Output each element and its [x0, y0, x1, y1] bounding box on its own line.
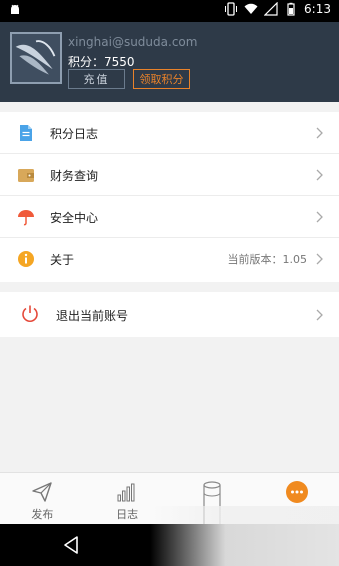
logout-label: 退出当前账号	[56, 309, 129, 323]
status-bar: 6:13	[0, 0, 339, 22]
battery-icon	[287, 2, 295, 16]
chevron-right-icon	[316, 127, 323, 139]
tab-label: 发布	[31, 508, 54, 521]
tab-publish[interactable]: 发布	[0, 473, 85, 524]
vibrate-icon	[225, 2, 238, 16]
chevron-right-icon	[316, 169, 323, 181]
chevron-right-icon	[316, 211, 323, 223]
menu-item-finance[interactable]: 财务查询	[0, 154, 339, 196]
app-version: 当前版本：1.05	[227, 253, 308, 266]
user-email: xinghai@sududa.com	[68, 35, 198, 49]
power-icon	[22, 305, 38, 322]
back-icon[interactable]	[62, 535, 80, 555]
more-icon	[285, 481, 308, 503]
menu-item-label: 安全中心	[50, 211, 99, 225]
chevron-right-icon	[316, 309, 323, 321]
chevron-right-icon	[316, 253, 323, 265]
bar-chart-icon	[117, 483, 135, 502]
menu-item-label: 财务查询	[50, 169, 99, 183]
send-icon	[32, 482, 53, 502]
menu-item-security[interactable]: 安全中心	[0, 196, 339, 238]
menu-item-label: 关于	[50, 253, 75, 267]
overlay-glare	[150, 506, 339, 566]
profile-header: xinghai@sududa.com 积分：7550 充值 领取积分	[0, 22, 339, 102]
logout-section: 退出当前账号	[0, 292, 339, 337]
menu-item-about[interactable]: 关于 当前版本：1.05	[0, 238, 339, 280]
menu-list: 积分日志 财务查询 安全中心 关于 当前版本：1.05	[0, 112, 339, 282]
logout-button[interactable]: 退出当前账号	[0, 292, 339, 337]
avatar[interactable]	[10, 32, 62, 84]
signal-icon	[264, 2, 278, 16]
wifi-icon	[244, 3, 258, 14]
menu-item-points-log[interactable]: 积分日志	[0, 112, 339, 154]
recharge-button[interactable]: 充值	[68, 69, 125, 89]
document-icon	[20, 125, 32, 141]
points-balance: 积分：7550	[68, 55, 135, 69]
claim-points-button[interactable]: 领取积分	[133, 69, 190, 89]
info-icon	[18, 251, 34, 267]
umbrella-icon	[18, 210, 34, 226]
status-time: 6:13	[304, 2, 331, 16]
wallet-icon	[18, 169, 34, 182]
android-debug-icon	[11, 4, 19, 14]
menu-item-label: 积分日志	[50, 127, 99, 141]
avatar-logo-icon	[15, 40, 56, 75]
